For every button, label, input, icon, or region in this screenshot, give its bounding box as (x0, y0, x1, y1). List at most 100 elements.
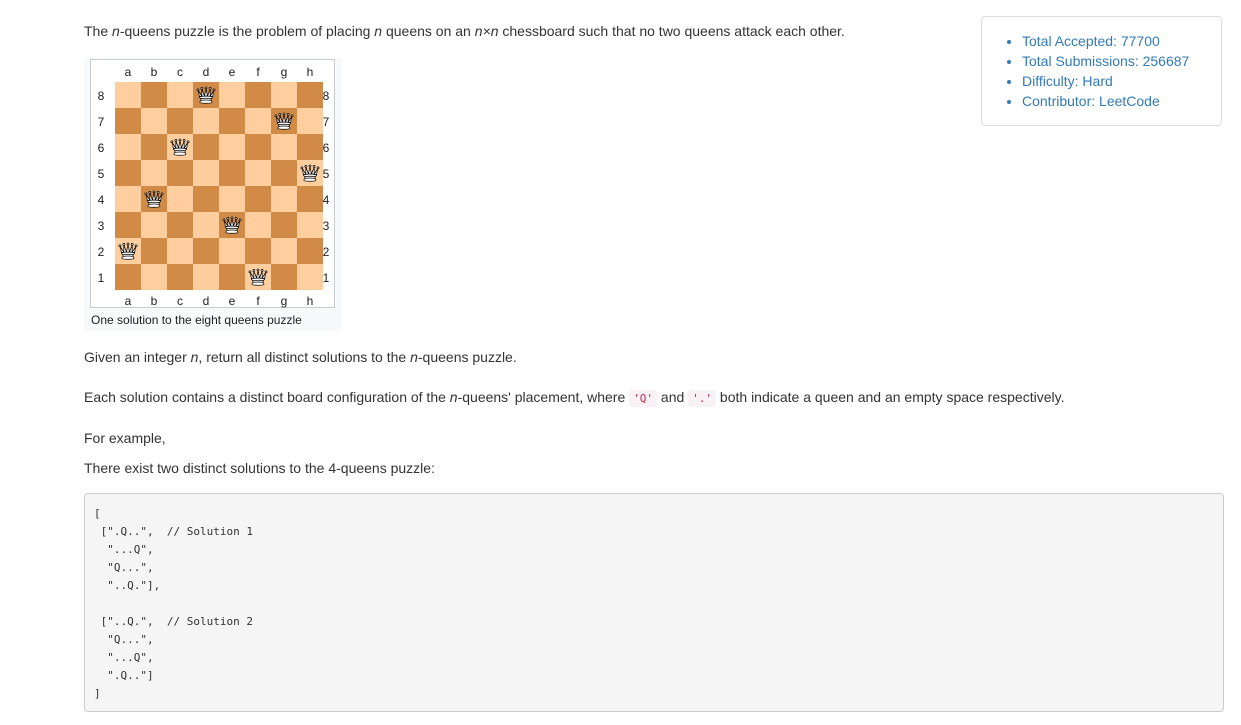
given-text: -queens puzzle. (417, 349, 517, 365)
square-d2 (193, 238, 219, 264)
total-submissions-stat: Total Submissions: 256687 (1022, 51, 1221, 71)
bottom-file-label: b (150, 294, 158, 308)
bottom-file-label: g (280, 294, 288, 308)
square-g1 (271, 264, 297, 290)
square-d3 (193, 212, 219, 238)
queen-char-code: 'Q' (629, 390, 658, 407)
left-rank-label: 1 (97, 271, 105, 285)
each-text: Each solution contains a distinct board … (84, 389, 450, 405)
square-c1 (167, 264, 193, 290)
square-h6 (297, 134, 323, 160)
white-queen-icon (143, 188, 165, 210)
square-d8 (193, 82, 219, 108)
square-e6 (219, 134, 245, 160)
square-h7 (297, 108, 323, 134)
square-f7 (245, 108, 271, 134)
square-b7 (141, 108, 167, 134)
square-h4 (297, 186, 323, 212)
square-a3 (115, 212, 141, 238)
square-e4 (219, 186, 245, 212)
chessboard-frame: abcdefgh abcdefgh 87654321 87654321 (90, 59, 335, 308)
n-variable: n (374, 23, 383, 39)
square-g5 (271, 160, 297, 186)
square-f2 (245, 238, 271, 264)
square-b3 (141, 212, 167, 238)
white-queen-icon (221, 214, 243, 236)
square-b6 (141, 134, 167, 160)
intro-text: -queens puzzle is the problem of placing (119, 23, 375, 39)
nxn-variable: n×n (474, 23, 499, 39)
example-code-block: [ [".Q..", // Solution 1 "...Q", "Q...",… (84, 493, 1224, 712)
total-accepted-stat: Total Accepted: 77700 (1022, 31, 1221, 51)
figure-caption: One solution to the eight queens puzzle (91, 313, 302, 327)
square-a1 (115, 264, 141, 290)
bottom-file-label: e (228, 294, 236, 308)
square-d4 (193, 186, 219, 212)
bottom-file-label: h (306, 294, 314, 308)
left-rank-label: 8 (97, 89, 105, 103)
square-g2 (271, 238, 297, 264)
square-f5 (245, 160, 271, 186)
each-text: -queens' placement, where (457, 389, 630, 405)
bottom-file-label: d (202, 294, 210, 308)
bottom-file-label: c (177, 294, 183, 308)
white-queen-icon (195, 84, 217, 106)
square-h3 (297, 212, 323, 238)
left-rank-label: 5 (97, 167, 105, 181)
square-h8 (297, 82, 323, 108)
n-variable: n (410, 349, 418, 365)
square-c6 (167, 134, 193, 160)
square-g6 (271, 134, 297, 160)
top-file-label: a (124, 65, 132, 79)
square-f6 (245, 134, 271, 160)
square-e8 (219, 82, 245, 108)
square-f3 (245, 212, 271, 238)
left-rank-label: 6 (97, 141, 105, 155)
for-example-text: For example, (84, 430, 166, 446)
top-file-label: b (150, 65, 158, 79)
square-f1 (245, 264, 271, 290)
n-variable: n (112, 23, 120, 39)
square-b5 (141, 160, 167, 186)
square-a5 (115, 160, 141, 186)
square-e2 (219, 238, 245, 264)
left-rank-label: 3 (97, 219, 105, 233)
white-queen-icon (247, 266, 269, 288)
top-file-label: d (202, 65, 210, 79)
white-queen-icon (299, 162, 321, 184)
given-text: Given an integer (84, 349, 191, 365)
stats-list: Total Accepted: 77700 Total Submissions:… (982, 17, 1221, 111)
square-e5 (219, 160, 245, 186)
square-b2 (141, 238, 167, 264)
two-solutions-text: There exist two distinct solutions to th… (84, 460, 435, 476)
square-a2 (115, 238, 141, 264)
left-rank-label: 2 (97, 245, 105, 259)
square-a6 (115, 134, 141, 160)
bottom-file-label: f (256, 294, 260, 308)
square-g7 (271, 108, 297, 134)
square-c4 (167, 186, 193, 212)
empty-char-code: '.' (688, 390, 717, 407)
intro-text: queens on an (382, 23, 475, 39)
difficulty-stat: Difficulty: Hard (1022, 71, 1221, 91)
intro-paragraph: The n-queens puzzle is the problem of pl… (84, 21, 845, 41)
top-file-label: h (306, 65, 314, 79)
square-b8 (141, 82, 167, 108)
white-queen-icon (273, 110, 295, 132)
square-h5 (297, 160, 323, 186)
square-f4 (245, 186, 271, 212)
square-d6 (193, 134, 219, 160)
square-d1 (193, 264, 219, 290)
square-c2 (167, 238, 193, 264)
square-d7 (193, 108, 219, 134)
left-rank-label: 4 (97, 193, 105, 207)
square-c7 (167, 108, 193, 134)
square-d5 (193, 160, 219, 186)
eight-queens-figure: abcdefgh abcdefgh 87654321 87654321 One … (84, 58, 342, 331)
bottom-file-label: a (124, 294, 132, 308)
chessboard (115, 82, 323, 290)
square-e1 (219, 264, 245, 290)
each-text: both indicate a queen and an empty space… (716, 389, 1065, 405)
given-text: , return all distinct solutions to the (198, 349, 411, 365)
square-a7 (115, 108, 141, 134)
